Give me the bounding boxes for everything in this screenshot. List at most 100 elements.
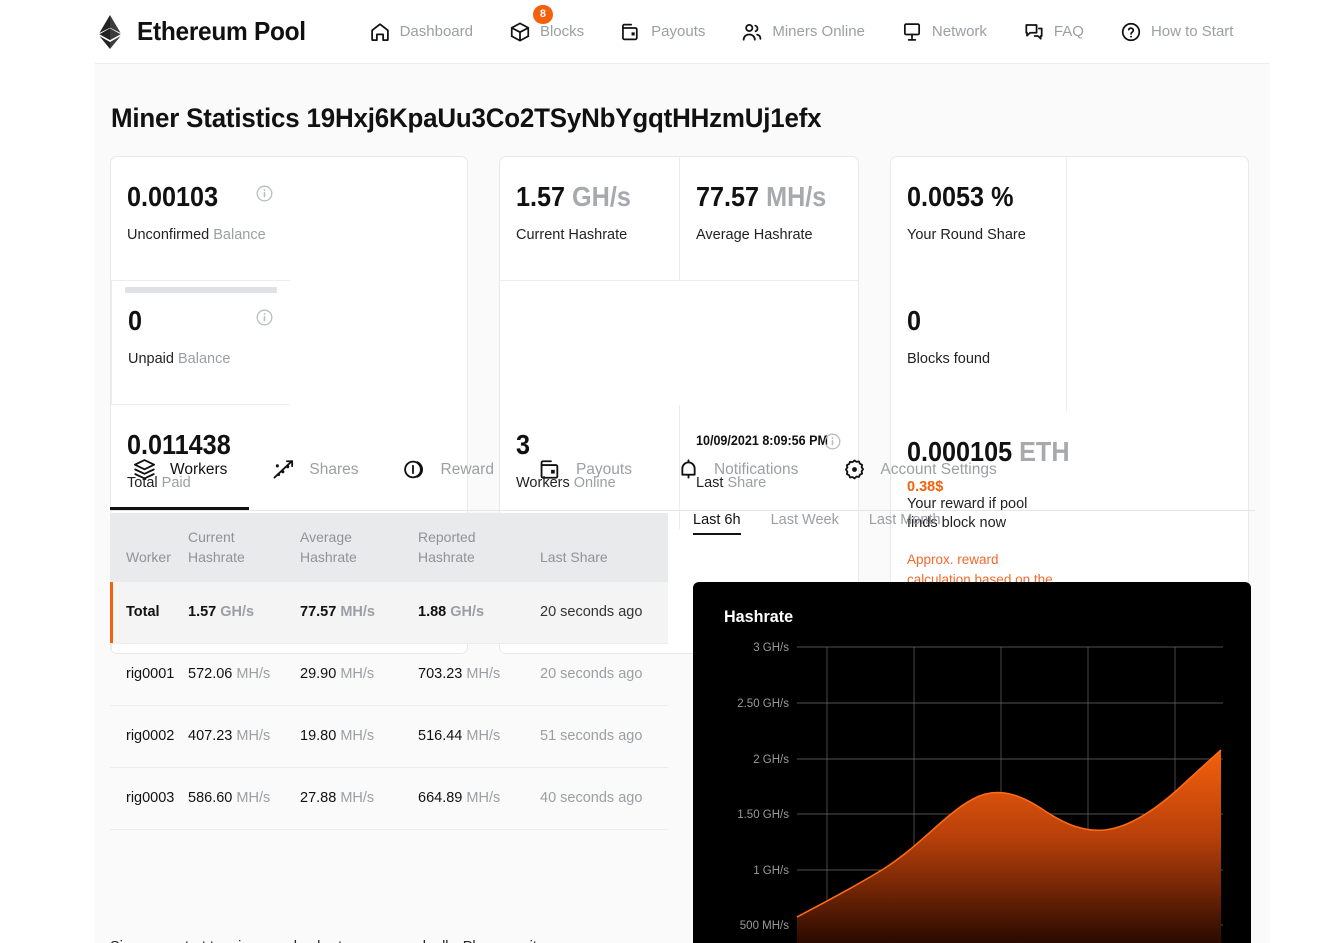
- brand-name: Ethereum Pool: [137, 16, 306, 47]
- note-paragraph-1: Since you start to mine your hashrate gr…: [110, 936, 670, 943]
- nav-label-faq: FAQ: [1054, 23, 1084, 40]
- svg-text:500 MH/s: 500 MH/s: [740, 920, 789, 932]
- chart-y-axis-labels: 3 GH/s 2.50 GH/s 2 GH/s 1.50 GH/s 1 GH/s…: [737, 642, 789, 932]
- current-hashrate-value: 1.57 GH/s: [516, 183, 645, 211]
- column-header-average-hashrate[interactable]: Average Hashrate: [300, 513, 418, 582]
- column-header-reported-hashrate[interactable]: Reported Hashrate: [418, 513, 540, 582]
- unconfirmed-balance-value: 0.00103: [127, 183, 256, 211]
- cell-last-share: 20 seconds ago: [540, 582, 668, 644]
- cell-current-hashrate: 572.06 MH/s: [188, 643, 300, 705]
- svg-text:2 GH/s: 2 GH/s: [753, 754, 789, 766]
- stat-unconfirmed-balance: 0.00103 Unconfirmed Balance: [111, 157, 290, 281]
- nav-label-blocks: Blocks: [540, 23, 584, 40]
- table-row[interactable]: rig0001 572.06 MH/s 29.90 MH/s 703.23 MH…: [110, 643, 668, 705]
- unconfirmed-balance-label: Unconfirmed Balance: [127, 226, 270, 246]
- hashrate-chart-panel: Hashrate: [693, 582, 1251, 943]
- cell-reported-hashrate: 703.23 MH/s: [418, 643, 540, 705]
- chart-tab-last-month[interactable]: Last Month: [869, 512, 941, 535]
- tab-label-shares: Shares: [309, 461, 358, 479]
- tab-label-notifications: Notifications: [714, 461, 798, 479]
- section-tabs: Workers Shares Rewa: [110, 429, 1255, 511]
- tab-notifications[interactable]: Notifications: [654, 429, 820, 510]
- cell-last-share: 51 seconds ago: [540, 705, 668, 767]
- nav-item-dashboard[interactable]: Dashboard: [351, 0, 491, 64]
- info-icon[interactable]: [256, 185, 273, 202]
- cube-icon: [509, 21, 531, 43]
- nav-label-dashboard: Dashboard: [400, 23, 473, 40]
- wallet-icon: [538, 457, 563, 482]
- scatter-chart-icon: [271, 457, 296, 482]
- cell-worker: rig0003: [110, 767, 188, 829]
- tab-reward[interactable]: Reward: [381, 429, 516, 510]
- stat-average-hashrate: 77.57 MH/s Average Hashrate: [679, 157, 858, 281]
- blocks-found-value: 0: [907, 307, 1033, 335]
- round-share-column: 0.0053 % Your Round Share 0 Blocks found: [891, 157, 1067, 412]
- nav-item-payouts[interactable]: Payouts: [602, 0, 723, 64]
- column-header-current-hashrate[interactable]: Current Hashrate: [188, 513, 300, 582]
- cell-last-share: 20 seconds ago: [540, 643, 668, 705]
- chart-area-series-hashrate: [797, 750, 1221, 943]
- hashrate-explanation-notes: Since you start to mine your hashrate gr…: [110, 936, 670, 943]
- chart-tab-last-week[interactable]: Last Week: [771, 512, 839, 535]
- cell-worker: rig0001: [110, 643, 188, 705]
- users-icon: [741, 21, 763, 43]
- nav-item-network[interactable]: Network: [883, 0, 1005, 64]
- coins-icon: [403, 457, 428, 482]
- column-header-last-share[interactable]: Last Share: [540, 513, 668, 582]
- blocks-badge-count: 8: [533, 5, 553, 24]
- tab-label-account-settings: Account Settings: [880, 461, 996, 479]
- brand-logo-link[interactable]: Ethereum Pool: [97, 15, 317, 49]
- tab-account-settings[interactable]: Account Settings: [820, 429, 1018, 510]
- unpaid-balance-label: Unpaid Balance: [128, 350, 270, 370]
- chat-icon: [1023, 21, 1045, 43]
- column-header-worker[interactable]: Worker: [110, 513, 188, 582]
- nav-item-blocks[interactable]: Blocks 8: [491, 0, 602, 64]
- content-shell: Miner Statistics 19Hxj6KpaUu3Co2TSyNbYgq…: [95, 64, 1270, 943]
- table-row[interactable]: Total 1.57 GH/s 77.57 MH/s 1.88 GH/s: [110, 582, 668, 644]
- cell-average-hashrate: 27.88 MH/s: [300, 767, 418, 829]
- average-hashrate-label: Average Hashrate: [696, 226, 838, 246]
- stat-round-share: 0.0053 % Your Round Share: [891, 157, 1067, 281]
- tab-workers[interactable]: Workers: [110, 429, 249, 510]
- app-root: Ethereum Pool Dashboard Blocks 8: [0, 0, 1333, 943]
- table-header-row: Worker Current Hashrate Average Hashrate…: [110, 513, 668, 582]
- chart-tab-last-6h[interactable]: Last 6h: [693, 512, 741, 535]
- cell-current-hashrate: 586.60 MH/s: [188, 767, 300, 829]
- cell-last-share: 40 seconds ago: [540, 767, 668, 829]
- svg-text:3 GH/s: 3 GH/s: [753, 642, 789, 654]
- nav-label-miners-online: Miners Online: [772, 23, 865, 40]
- tab-payouts[interactable]: Payouts: [516, 429, 654, 510]
- unpaid-balance-value: 0: [128, 307, 256, 335]
- svg-text:2.50 GH/s: 2.50 GH/s: [737, 698, 789, 710]
- nav-label-how-to-start: How to Start: [1151, 23, 1234, 40]
- stat-unpaid-balance: 0 Unpaid Balance: [111, 281, 290, 405]
- hashrate-area-chart[interactable]: 3 GH/s 2.50 GH/s 2 GH/s 1.50 GH/s 1 GH/s…: [693, 582, 1251, 943]
- stat-current-hashrate: 1.57 GH/s Current Hashrate: [500, 157, 679, 281]
- tab-shares[interactable]: Shares: [249, 429, 380, 510]
- table-row[interactable]: rig0003 586.60 MH/s 27.88 MH/s 664.89 MH…: [110, 767, 668, 829]
- tab-label-workers: Workers: [170, 461, 227, 479]
- stat-blocks-found: 0 Blocks found: [891, 281, 1067, 405]
- info-icon[interactable]: [256, 309, 273, 326]
- home-icon: [369, 21, 391, 43]
- nav-item-faq[interactable]: FAQ: [1005, 0, 1102, 64]
- nav-item-miners-online[interactable]: Miners Online: [723, 0, 883, 64]
- monitor-icon: [901, 21, 923, 43]
- svg-text:1 GH/s: 1 GH/s: [753, 865, 789, 877]
- unpaid-balance-progress-bar: [125, 287, 277, 293]
- round-share-label: Your Round Share: [907, 226, 1047, 246]
- round-share-card: 0.0053 % Your Round Share 0 Blocks found…: [890, 156, 1249, 654]
- bell-icon: [676, 457, 701, 482]
- svg-text:1.50 GH/s: 1.50 GH/s: [737, 809, 789, 821]
- cell-average-hashrate: 29.90 MH/s: [300, 643, 418, 705]
- chart-range-tabs: Last 6h Last Week Last Month: [693, 512, 941, 535]
- nav-item-how-to-start[interactable]: How to Start: [1102, 0, 1252, 64]
- cell-average-hashrate: 19.80 MH/s: [300, 705, 418, 767]
- main-nav: Dashboard Blocks 8 Payouts: [351, 0, 1252, 64]
- average-hashrate-value: 77.57 MH/s: [696, 183, 824, 211]
- table-row[interactable]: rig0002 407.23 MH/s 19.80 MH/s 516.44 MH…: [110, 705, 668, 767]
- current-hashrate-label: Current Hashrate: [516, 226, 659, 246]
- cell-reported-hashrate: 664.89 MH/s: [418, 767, 540, 829]
- tab-label-reward: Reward: [441, 461, 494, 479]
- cell-current-hashrate: 407.23 MH/s: [188, 705, 300, 767]
